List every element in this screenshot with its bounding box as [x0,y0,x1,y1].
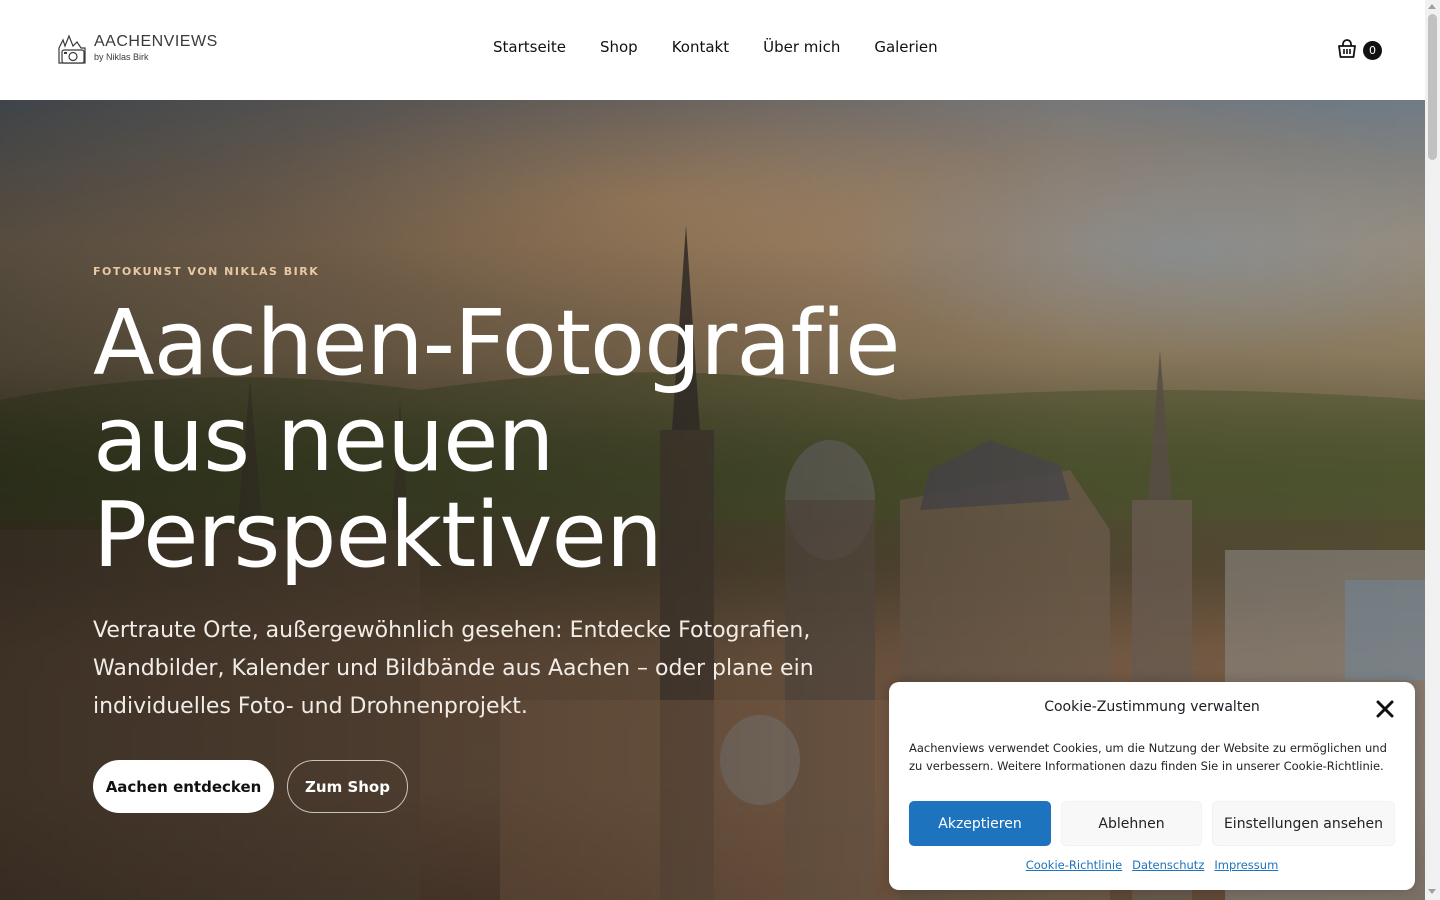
site-header: AACHENVIEWS by Niklas Birk Startseite Sh… [0,0,1425,100]
logo-title: AACHENVIEWS [94,33,218,50]
nav-item-ueber-mich[interactable]: Über mich [763,38,840,56]
cookie-deny-button[interactable]: Ablehnen [1061,801,1202,846]
cookie-dialog-title: Cookie-Zustimmung verwalten [1044,699,1260,715]
cookie-policy-link[interactable]: Cookie-Richtlinie [1026,858,1122,872]
close-icon[interactable] [1375,699,1395,719]
nav-item-startseite[interactable]: Startseite [493,38,566,56]
scroll-down-arrow-icon[interactable] [1428,889,1436,894]
cookie-settings-button[interactable]: Einstellungen ansehen [1212,801,1395,846]
shopping-basket-icon [1338,38,1356,58]
main-nav: Startseite Shop Kontakt Über mich Galeri… [493,38,938,56]
cookie-dialog-text: Aachenviews verwendet Cookies, um die Nu… [909,741,1387,773]
privacy-link[interactable]: Datenschutz [1132,858,1204,872]
hero-title-line-1: Aachen-Fotografie [93,291,900,396]
cookie-links: Cookie-Richtlinie Datenschutz Impressum [889,858,1415,872]
hero-title-line-2: aus neuen [93,387,555,492]
hero-eyebrow: FOTOKUNST VON NIKLAS BIRK [93,265,320,278]
logo-subtitle: by Niklas Birk [94,52,149,62]
page-scrollbar[interactable] [1425,0,1440,900]
imprint-link[interactable]: Impressum [1214,858,1278,872]
explore-aachen-button[interactable]: Aachen entdecken [93,760,274,813]
logo-icon [58,34,86,64]
site-logo[interactable]: AACHENVIEWS by Niklas Birk [56,30,218,66]
cart-button[interactable]: 0 [1336,37,1382,60]
nav-item-kontakt[interactable]: Kontakt [672,38,729,56]
to-shop-button[interactable]: Zum Shop [287,760,408,813]
cart-count-badge: 0 [1363,41,1382,60]
hero-title-line-3: Perspektiven [93,483,663,588]
scrollbar-thumb[interactable] [1428,14,1437,160]
cookie-accept-button[interactable]: Akzeptieren [909,801,1051,846]
nav-item-galerien[interactable]: Galerien [874,38,937,56]
hero-title: Aachen-Fotografie aus neuen Perspektiven [93,296,993,584]
hero-description: Vertraute Orte, außergewöhnlich gesehen:… [93,618,814,719]
cookie-consent-dialog: Cookie-Zustimmung verwalten Aachenviews … [889,682,1415,890]
scroll-up-arrow-icon[interactable] [1428,4,1436,9]
nav-item-shop[interactable]: Shop [600,38,638,56]
